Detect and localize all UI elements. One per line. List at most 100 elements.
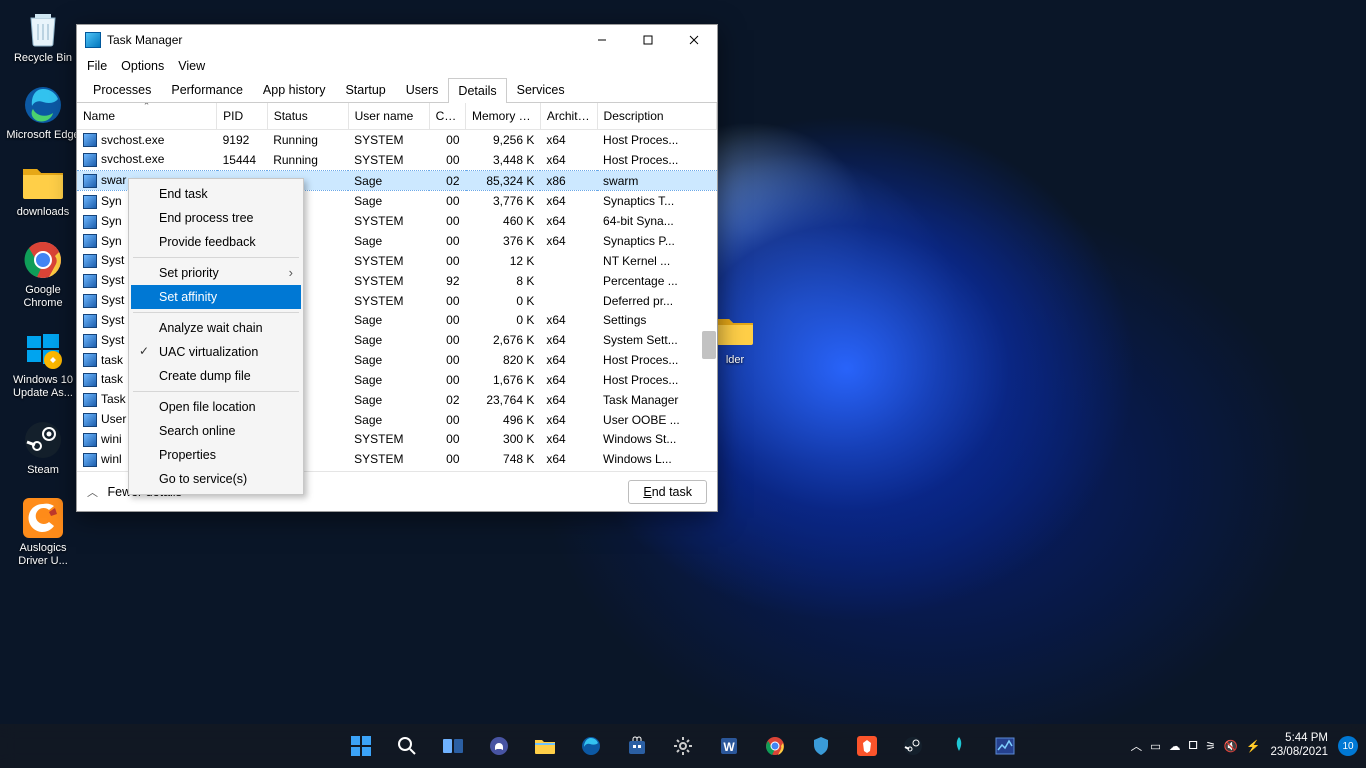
table-row[interactable]: svchost.exe15444RunningSYSTEM003,448 Kx6…: [77, 150, 717, 170]
col-header-name[interactable]: Name: [77, 103, 217, 130]
taskbar-security-button[interactable]: [801, 726, 841, 766]
taskbar-swarm-button[interactable]: [939, 726, 979, 766]
menu-file[interactable]: File: [87, 59, 107, 73]
app-icon: [85, 32, 101, 48]
recycle-icon: [21, 6, 65, 50]
col-header-cpu[interactable]: CPU: [429, 103, 465, 130]
chevron-up-icon: ︿: [87, 487, 98, 499]
window-controls: [579, 25, 717, 55]
context-search-online[interactable]: Search online: [131, 419, 301, 443]
taskbar-taskmgr-button[interactable]: [985, 726, 1025, 766]
process-icon: [83, 433, 97, 447]
context-separator: [133, 257, 299, 258]
context-menu: End taskEnd process treeProvide feedback…: [128, 178, 304, 495]
desktop-icon-auslogics[interactable]: Auslogics Driver U...: [6, 496, 80, 568]
context-set-affinity[interactable]: Set affinity: [131, 285, 301, 309]
process-icon: [83, 174, 97, 188]
taskbar-clock[interactable]: 5:44 PM 23/08/2021: [1270, 732, 1328, 760]
process-icon: [83, 373, 97, 387]
col-header-archite[interactable]: Archite...: [540, 103, 597, 130]
process-icon: [83, 254, 97, 268]
tray-tablet-icon[interactable]: ▭: [1150, 739, 1161, 753]
window-title: Task Manager: [107, 33, 182, 47]
tray-battery-icon[interactable]: 🞐: [1188, 740, 1197, 753]
taskbar-word-button[interactable]: W: [709, 726, 749, 766]
taskbar-chat-button[interactable]: [479, 726, 519, 766]
desktop-icon-steam[interactable]: Steam: [6, 418, 80, 477]
tray-volume-icon[interactable]: 🔇: [1224, 739, 1238, 753]
desktop-icon-label: Microsoft Edge: [6, 129, 79, 142]
tab-app-history[interactable]: App history: [253, 77, 336, 102]
process-icon: [83, 393, 97, 407]
context-end-task[interactable]: End task: [131, 182, 301, 206]
tray-chevron-icon[interactable]: ︿: [1131, 738, 1143, 754]
col-header-status[interactable]: Status: [267, 103, 348, 130]
folder-icon: [21, 160, 65, 204]
titlebar[interactable]: Task Manager: [77, 25, 717, 55]
system-tray[interactable]: ︿ ▭ ☁ 🞐 ⚞ 🔇 ⚡: [1131, 738, 1261, 754]
taskbar-store-button[interactable]: [617, 726, 657, 766]
context-uac-virtualization[interactable]: UAC virtualization: [131, 340, 301, 364]
tab-users[interactable]: Users: [396, 77, 449, 102]
folder-icon: [713, 308, 757, 352]
scrollbar-thumb[interactable]: [702, 331, 716, 359]
col-header-username[interactable]: User name: [348, 103, 429, 130]
taskbar-taskview-button[interactable]: [433, 726, 473, 766]
context-separator: [133, 312, 299, 313]
context-end-process-tree[interactable]: End process tree: [131, 206, 301, 230]
context-analyze-wait-chain[interactable]: Analyze wait chain: [131, 316, 301, 340]
taskbar-chrome-button[interactable]: [755, 726, 795, 766]
desktop-icon-folder[interactable]: downloads: [6, 160, 80, 219]
desktop-icon-edge[interactable]: Microsoft Edge: [6, 83, 80, 142]
desktop-icon-label: Google Chrome: [6, 284, 80, 310]
col-header-pid[interactable]: PID: [217, 103, 268, 130]
process-icon: [83, 353, 97, 367]
table-row[interactable]: svchost.exe9192RunningSYSTEM009,256 Kx64…: [77, 130, 717, 150]
process-icon: [83, 294, 97, 308]
tab-startup[interactable]: Startup: [335, 77, 395, 102]
desktop-icon-recycle[interactable]: Recycle Bin: [6, 6, 80, 65]
taskbar-settings-button[interactable]: [663, 726, 703, 766]
context-create-dump-file[interactable]: Create dump file: [131, 364, 301, 388]
tabs-bar: ProcessesPerformanceApp historyStartupUs…: [77, 77, 717, 103]
tray-onedrive-icon[interactable]: ☁: [1169, 739, 1181, 753]
process-icon: [83, 153, 97, 167]
tab-services[interactable]: Services: [507, 77, 575, 102]
tray-power-icon[interactable]: ⚡: [1246, 739, 1260, 753]
desktop-icon-win10[interactable]: Windows 10 Update As...: [6, 328, 80, 400]
taskbar-start-button[interactable]: [341, 726, 381, 766]
taskbar-brave-button[interactable]: [847, 726, 887, 766]
desktop-icon-chrome[interactable]: Google Chrome: [6, 238, 80, 310]
tab-details[interactable]: Details: [448, 78, 506, 103]
context-set-priority[interactable]: Set priority: [131, 261, 301, 285]
desktop-icon-label: Auslogics Driver U...: [6, 542, 80, 568]
context-open-file-location[interactable]: Open file location: [131, 395, 301, 419]
minimize-button[interactable]: [579, 25, 625, 55]
clock-time: 5:44 PM: [1270, 732, 1328, 746]
taskbar-search-button[interactable]: [387, 726, 427, 766]
end-task-button[interactable]: End task: [628, 480, 707, 504]
context-properties[interactable]: Properties: [131, 443, 301, 467]
close-button[interactable]: [671, 25, 717, 55]
context-provide-feedback[interactable]: Provide feedback: [131, 230, 301, 254]
context-go-to-service-s-[interactable]: Go to service(s): [131, 467, 301, 491]
notification-badge[interactable]: 10: [1338, 736, 1358, 756]
col-header-description[interactable]: Description: [597, 103, 716, 130]
taskbar-explorer-button[interactable]: [525, 726, 565, 766]
tray-wifi-icon[interactable]: ⚞: [1205, 739, 1215, 753]
desktop-icon-label: downloads: [17, 206, 70, 219]
table-header-row: NamePIDStatusUser nameCPUMemory (a...Arc…: [77, 103, 717, 130]
maximize-button[interactable]: [625, 25, 671, 55]
tab-performance[interactable]: Performance: [161, 77, 253, 102]
taskbar-edge-button[interactable]: [571, 726, 611, 766]
col-header-memorya[interactable]: Memory (a...: [466, 103, 541, 130]
menu-options[interactable]: Options: [121, 59, 164, 73]
process-icon: [83, 234, 97, 248]
taskbar-steam-button[interactable]: [893, 726, 933, 766]
process-icon: [83, 195, 97, 209]
tab-processes[interactable]: Processes: [83, 77, 161, 102]
process-icon: [83, 334, 97, 348]
svg-text:W: W: [723, 740, 735, 754]
desktop-icon-label: Recycle Bin: [14, 52, 72, 65]
menu-view[interactable]: View: [178, 59, 205, 73]
